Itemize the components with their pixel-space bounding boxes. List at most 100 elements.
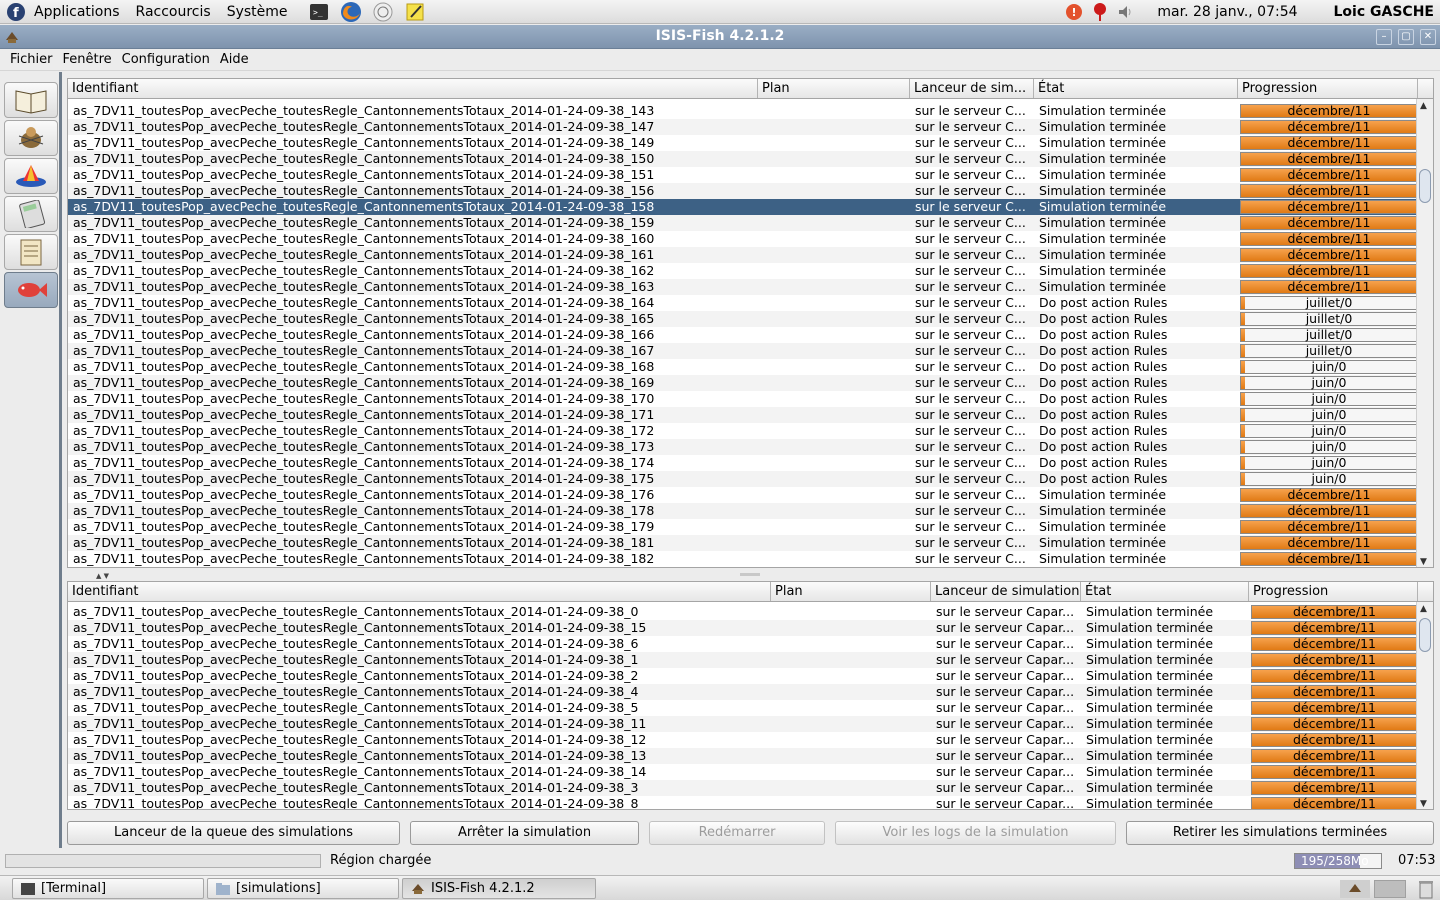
task-terminal[interactable]: [Terminal] — [12, 878, 204, 899]
table-row[interactable]: as_7DV11_toutesPop_avecPeche_toutesRegle… — [68, 423, 1418, 439]
table-row[interactable]: as_7DV11_toutesPop_avecPeche_toutesRegle… — [68, 455, 1418, 471]
window-titlebar[interactable]: ISIS-Fish 4.2.1.2 – ▢ ✕ — [0, 25, 1440, 49]
scroll-thumb[interactable] — [1419, 618, 1431, 652]
column-header-lanceur[interactable]: Lanceur de sim... — [910, 79, 1034, 98]
book-icon[interactable] — [4, 82, 58, 118]
task-simulations[interactable]: [simulations] — [207, 878, 399, 899]
column-header-identifiant[interactable]: Identifiant — [68, 79, 758, 98]
column-header-identifiant[interactable]: Identifiant — [68, 582, 771, 601]
scroll-down-icon[interactable]: ▼ — [1420, 557, 1427, 567]
task-isis-fish[interactable]: ISIS-Fish 4.2.1.2 — [402, 878, 596, 899]
table-row[interactable]: as_7DV11_toutesPop_avecPeche_toutesRegle… — [68, 604, 1418, 620]
menu-configuration[interactable]: Configuration — [117, 52, 215, 67]
column-header-progression[interactable]: Progression — [1238, 79, 1418, 98]
table-row[interactable]: as_7DV11_toutesPop_avecPeche_toutesRegle… — [68, 199, 1418, 215]
table-row[interactable]: as_7DV11_toutesPop_avecPeche_toutesRegle… — [68, 279, 1418, 295]
column-header-plan[interactable]: Plan — [771, 582, 931, 601]
table-row[interactable]: as_7DV11_toutesPop_avecPeche_toutesRegle… — [68, 503, 1418, 519]
table-row[interactable]: as_7DV11_toutesPop_avecPeche_toutesRegle… — [68, 359, 1418, 375]
scroll-up-icon[interactable]: ▲ — [1420, 101, 1427, 111]
shortcuts-menu[interactable]: Raccourcis — [128, 4, 219, 20]
view-logs-button[interactable]: Voir les logs de la simulation — [835, 821, 1116, 845]
table-row[interactable]: as_7DV11_toutesPop_avecPeche_toutesRegle… — [68, 487, 1418, 503]
done-table-scrollbar[interactable]: ▲ ▼ — [1416, 602, 1433, 809]
stop-simulation-button[interactable]: Arrêter la simulation — [410, 821, 639, 845]
table-row[interactable]: as_7DV11_toutesPop_avecPeche_toutesRegle… — [68, 780, 1418, 796]
trash-icon[interactable] — [1418, 879, 1434, 900]
table-row[interactable]: as_7DV11_toutesPop_avecPeche_toutesRegle… — [68, 151, 1418, 167]
table-row[interactable]: as_7DV11_toutesPop_avecPeche_toutesRegle… — [68, 439, 1418, 455]
workspace-switcher[interactable] — [1374, 880, 1406, 898]
column-header-etat[interactable]: État — [1034, 79, 1238, 98]
table-row[interactable]: as_7DV11_toutesPop_avecPeche_toutesRegle… — [68, 263, 1418, 279]
table-row[interactable]: as_7DV11_toutesPop_avecPeche_toutesRegle… — [68, 311, 1418, 327]
close-icon[interactable]: ✕ — [1420, 29, 1436, 45]
table-row[interactable]: as_7DV11_toutesPop_avecPeche_toutesRegle… — [68, 764, 1418, 780]
column-header-plan[interactable]: Plan — [758, 79, 910, 98]
table-row[interactable]: as_7DV11_toutesPop_avecPeche_toutesRegle… — [68, 700, 1418, 716]
table-row[interactable]: as_7DV11_toutesPop_avecPeche_toutesRegle… — [68, 119, 1418, 135]
table-row[interactable]: as_7DV11_toutesPop_avecPeche_toutesRegle… — [68, 295, 1418, 311]
menu-fenetre[interactable]: Fenêtre — [58, 52, 117, 67]
table-row[interactable]: as_7DV11_toutesPop_avecPeche_toutesRegle… — [68, 748, 1418, 764]
table-row[interactable]: as_7DV11_toutesPop_avecPeche_toutesRegle… — [68, 620, 1418, 636]
memory-usage-bar[interactable]: 195/258Mo — [1294, 853, 1382, 869]
table-row[interactable]: as_7DV11_toutesPop_avecPeche_toutesRegle… — [68, 519, 1418, 535]
table-row[interactable]: as_7DV11_toutesPop_avecPeche_toutesRegle… — [68, 796, 1418, 809]
table-row[interactable]: as_7DV11_toutesPop_avecPeche_toutesRegle… — [68, 391, 1418, 407]
restart-button[interactable]: Redémarrer — [649, 821, 825, 845]
column-header-lanceur[interactable]: Lanceur de simulation — [931, 582, 1081, 601]
table-row[interactable]: as_7DV11_toutesPop_avecPeche_toutesRegle… — [68, 668, 1418, 684]
column-header-etat[interactable]: État — [1081, 582, 1249, 601]
scroll-down-icon[interactable]: ▼ — [1420, 799, 1427, 809]
user-name[interactable]: Loic GASCHE — [1334, 4, 1434, 20]
table-row[interactable]: as_7DV11_toutesPop_avecPeche_toutesRegle… — [68, 215, 1418, 231]
remove-finished-button[interactable]: Retirer les simulations terminées — [1126, 821, 1434, 845]
queue-launcher-button[interactable]: Lanceur de la queue des simulations — [67, 821, 400, 845]
table-row[interactable]: as_7DV11_toutesPop_avecPeche_toutesRegle… — [68, 471, 1418, 487]
maximize-icon[interactable]: ▢ — [1398, 29, 1414, 45]
terminal-launcher-icon[interactable]: >_ — [308, 2, 330, 22]
finished-simulations-table[interactable]: Identifiant Plan Lanceur de simulation É… — [67, 581, 1434, 810]
scroll-up-icon[interactable]: ▲ — [1420, 604, 1427, 614]
table-row[interactable]: as_7DV11_toutesPop_avecPeche_toutesRegle… — [68, 103, 1418, 119]
table-row[interactable]: as_7DV11_toutesPop_avecPeche_toutesRegle… — [68, 716, 1418, 732]
table-row[interactable]: as_7DV11_toutesPop_avecPeche_toutesRegle… — [68, 407, 1418, 423]
notes-launcher-icon[interactable] — [404, 2, 426, 22]
queue-table-scrollbar[interactable]: ▲ ▼ — [1416, 99, 1433, 567]
split-pane-divider[interactable]: ▲ ▼ — [66, 570, 1434, 580]
scroll-thumb[interactable] — [1419, 169, 1431, 203]
notepad-icon[interactable] — [4, 234, 58, 270]
menu-fichier[interactable]: Fichier — [5, 52, 58, 67]
calculator-icon[interactable] — [4, 196, 58, 232]
table-row[interactable]: as_7DV11_toutesPop_avecPeche_toutesRegle… — [68, 183, 1418, 199]
chart-3d-icon[interactable] — [4, 158, 58, 194]
spider-icon[interactable] — [4, 120, 58, 156]
table-row[interactable]: as_7DV11_toutesPop_avecPeche_toutesRegle… — [68, 652, 1418, 668]
network-icon[interactable] — [1090, 2, 1110, 22]
minimize-icon[interactable]: – — [1376, 29, 1392, 45]
table-row[interactable]: as_7DV11_toutesPop_avecPeche_toutesRegle… — [68, 135, 1418, 151]
system-menu[interactable]: Système — [219, 4, 296, 20]
fish-icon[interactable] — [4, 272, 58, 308]
mail-launcher-icon[interactable] — [372, 2, 394, 22]
fedora-icon[interactable]: f — [6, 2, 26, 22]
table-row[interactable]: as_7DV11_toutesPop_avecPeche_toutesRegle… — [68, 732, 1418, 748]
panel-clock[interactable]: mar. 28 janv., 07:54 — [1157, 4, 1297, 20]
table-row[interactable]: as_7DV11_toutesPop_avecPeche_toutesRegle… — [68, 167, 1418, 183]
table-row[interactable]: as_7DV11_toutesPop_avecPeche_toutesRegle… — [68, 636, 1418, 652]
table-row[interactable]: as_7DV11_toutesPop_avecPeche_toutesRegle… — [68, 231, 1418, 247]
update-alert-icon[interactable]: ! — [1064, 2, 1084, 22]
table-row[interactable]: as_7DV11_toutesPop_avecPeche_toutesRegle… — [68, 551, 1418, 567]
table-row[interactable]: as_7DV11_toutesPop_avecPeche_toutesRegle… — [68, 247, 1418, 263]
menu-aide[interactable]: Aide — [215, 52, 254, 67]
table-row[interactable]: as_7DV11_toutesPop_avecPeche_toutesRegle… — [68, 375, 1418, 391]
firefox-launcher-icon[interactable] — [340, 1, 362, 22]
table-row[interactable]: as_7DV11_toutesPop_avecPeche_toutesRegle… — [68, 343, 1418, 359]
table-row[interactable]: as_7DV11_toutesPop_avecPeche_toutesRegle… — [68, 327, 1418, 343]
applications-menu[interactable]: Applications — [26, 4, 128, 20]
column-header-progression[interactable]: Progression — [1249, 582, 1418, 601]
volume-icon[interactable] — [1116, 2, 1136, 22]
table-row[interactable]: as_7DV11_toutesPop_avecPeche_toutesRegle… — [68, 535, 1418, 551]
isis-fish-tray-icon[interactable] — [1340, 880, 1370, 900]
